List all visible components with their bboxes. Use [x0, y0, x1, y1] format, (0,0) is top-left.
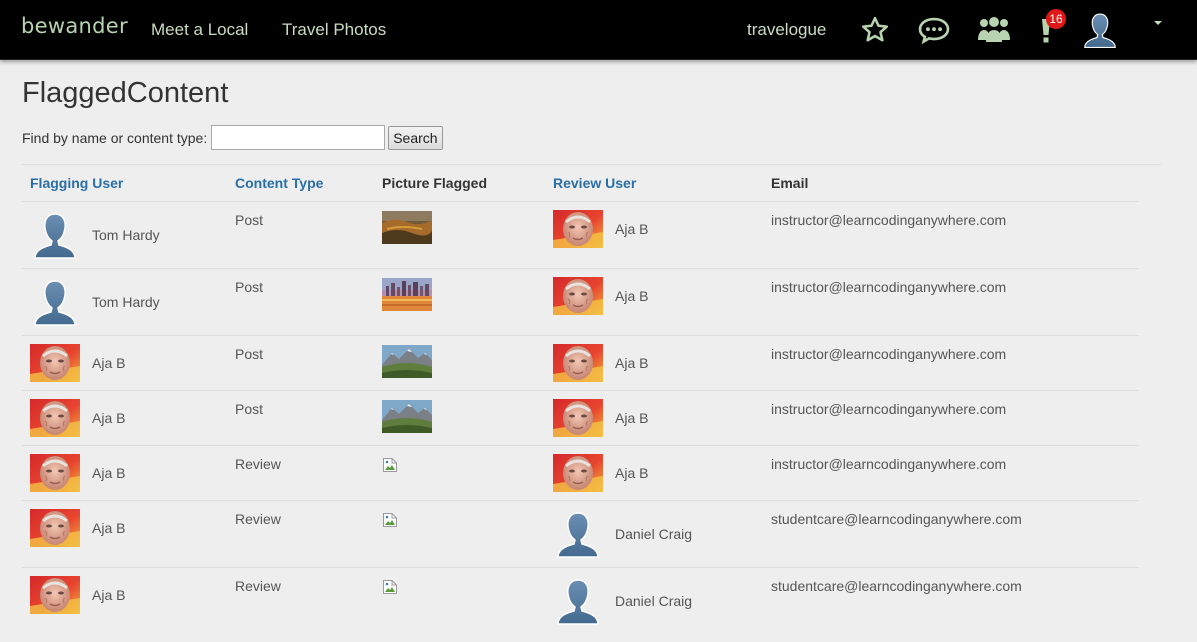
content-type: Review	[235, 455, 281, 472]
column-header-content-type[interactable]: Content Type	[227, 165, 374, 202]
review-user-name[interactable]: Daniel Craig	[615, 593, 692, 609]
chevron-down-icon[interactable]	[1154, 21, 1162, 25]
user-silhouette-avatar[interactable]	[30, 210, 80, 260]
table-row: Tom Hardy Post Aja B instructor@learncod…	[22, 201, 1139, 269]
flagging-user-name[interactable]: Tom Hardy	[92, 227, 160, 243]
broken-image-icon[interactable]	[382, 457, 398, 473]
user-silhouette-avatar[interactable]	[30, 277, 80, 327]
broken-image-icon[interactable]	[382, 579, 398, 595]
email: instructor@learncodinganywhere.com	[771, 211, 1007, 228]
table-row: Aja B Post Aja B instructor@learncodinga…	[22, 390, 1139, 446]
table-row: Aja B Review Aja B instructor@learncodin…	[22, 445, 1139, 501]
user-photo-avatar[interactable]	[553, 399, 603, 437]
email: studentcare@learncodinganywhere.com	[771, 577, 1022, 594]
review-user-name[interactable]: Aja B	[615, 288, 648, 304]
column-header-flagging-user[interactable]: Flagging User	[22, 165, 227, 202]
column-header-review-user[interactable]: Review User	[545, 165, 763, 202]
user-photo-avatar[interactable]	[30, 454, 80, 492]
search-input[interactable]	[211, 125, 386, 150]
flagged-picture-thumbnail[interactable]	[382, 211, 432, 244]
email: instructor@learncodinganywhere.com	[771, 400, 1007, 417]
flagging-user-name[interactable]: Tom Hardy	[92, 294, 160, 310]
content-type: Post	[235, 345, 264, 362]
table-row: Aja B Review Daniel Craig studentcare@le…	[22, 567, 1139, 634]
page-title: FlaggedContent	[22, 77, 229, 109]
table-header-row: Flagging User Content Type Picture Flagg…	[22, 165, 1139, 202]
email: instructor@learncodinganywhere.com	[771, 345, 1007, 362]
column-header-email: Email	[763, 165, 1139, 202]
user-photo-avatar[interactable]	[30, 509, 80, 547]
top-navbar: bewander Meet a Local Travel Photos trav…	[0, 0, 1197, 60]
flagging-user-name[interactable]: Aja B	[92, 520, 125, 536]
content-type: Post	[235, 400, 264, 417]
user-photo-avatar[interactable]	[30, 399, 80, 437]
search-label: Find by name or content type:	[22, 129, 208, 146]
user-photo-avatar[interactable]	[553, 277, 603, 315]
search-button[interactable]: Search	[388, 125, 443, 150]
flagged-picture-thumbnail[interactable]	[382, 278, 432, 311]
search-form: Find by name or content type: Search	[22, 125, 443, 150]
email: studentcare@learncodinganywhere.com	[771, 510, 1022, 527]
table-row: Aja B Post Aja B instructor@learncodinga…	[22, 335, 1139, 391]
flagging-user-name[interactable]: Aja B	[92, 355, 125, 371]
column-header-picture-flagged: Picture Flagged	[374, 165, 545, 202]
user-photo-avatar[interactable]	[553, 344, 603, 382]
brand-logo[interactable]: bewander	[21, 14, 128, 38]
nav-user-label[interactable]: travelogue	[747, 20, 826, 40]
table-row: Aja B Review Daniel Craig studentcare@le…	[22, 500, 1139, 568]
flagged-picture-thumbnail[interactable]	[382, 400, 432, 433]
user-photo-avatar[interactable]	[553, 210, 603, 248]
review-user-name[interactable]: Daniel Craig	[615, 526, 692, 542]
flagging-user-name[interactable]: Aja B	[92, 587, 125, 603]
user-photo-avatar[interactable]	[30, 576, 80, 614]
review-user-name[interactable]: Aja B	[615, 355, 648, 371]
broken-image-icon[interactable]	[382, 512, 398, 528]
user-silhouette-avatar[interactable]	[553, 509, 603, 559]
user-avatar-icon[interactable]	[1080, 10, 1120, 50]
flagged-content-table: Flagging User Content Type Picture Flagg…	[22, 165, 1139, 634]
email: instructor@learncodinganywhere.com	[771, 278, 1007, 295]
star-icon[interactable]	[857, 12, 893, 48]
user-photo-avatar[interactable]	[30, 344, 80, 382]
email: instructor@learncodinganywhere.com	[771, 455, 1007, 472]
chat-bubble-icon[interactable]	[916, 12, 952, 48]
table-row: Tom Hardy Post Aja B instructor@learncod…	[22, 268, 1139, 336]
flagging-user-name[interactable]: Aja B	[92, 410, 125, 426]
flagged-picture-thumbnail[interactable]	[382, 345, 432, 378]
nav-link-meet-a-local[interactable]: Meet a Local	[151, 20, 248, 40]
group-icon[interactable]	[976, 12, 1012, 48]
content-type: Review	[235, 577, 281, 594]
nav-link-travel-photos[interactable]: Travel Photos	[282, 20, 386, 40]
content-type: Post	[235, 211, 264, 228]
content-type: Post	[235, 278, 264, 295]
user-photo-avatar[interactable]	[553, 454, 603, 492]
review-user-name[interactable]: Aja B	[615, 410, 648, 426]
review-user-name[interactable]: Aja B	[615, 221, 648, 237]
review-user-name[interactable]: Aja B	[615, 465, 648, 481]
content-type: Review	[235, 510, 281, 527]
user-silhouette-avatar[interactable]	[553, 576, 603, 626]
flagging-user-name[interactable]: Aja B	[92, 465, 125, 481]
notification-count-badge: 16	[1046, 9, 1066, 29]
